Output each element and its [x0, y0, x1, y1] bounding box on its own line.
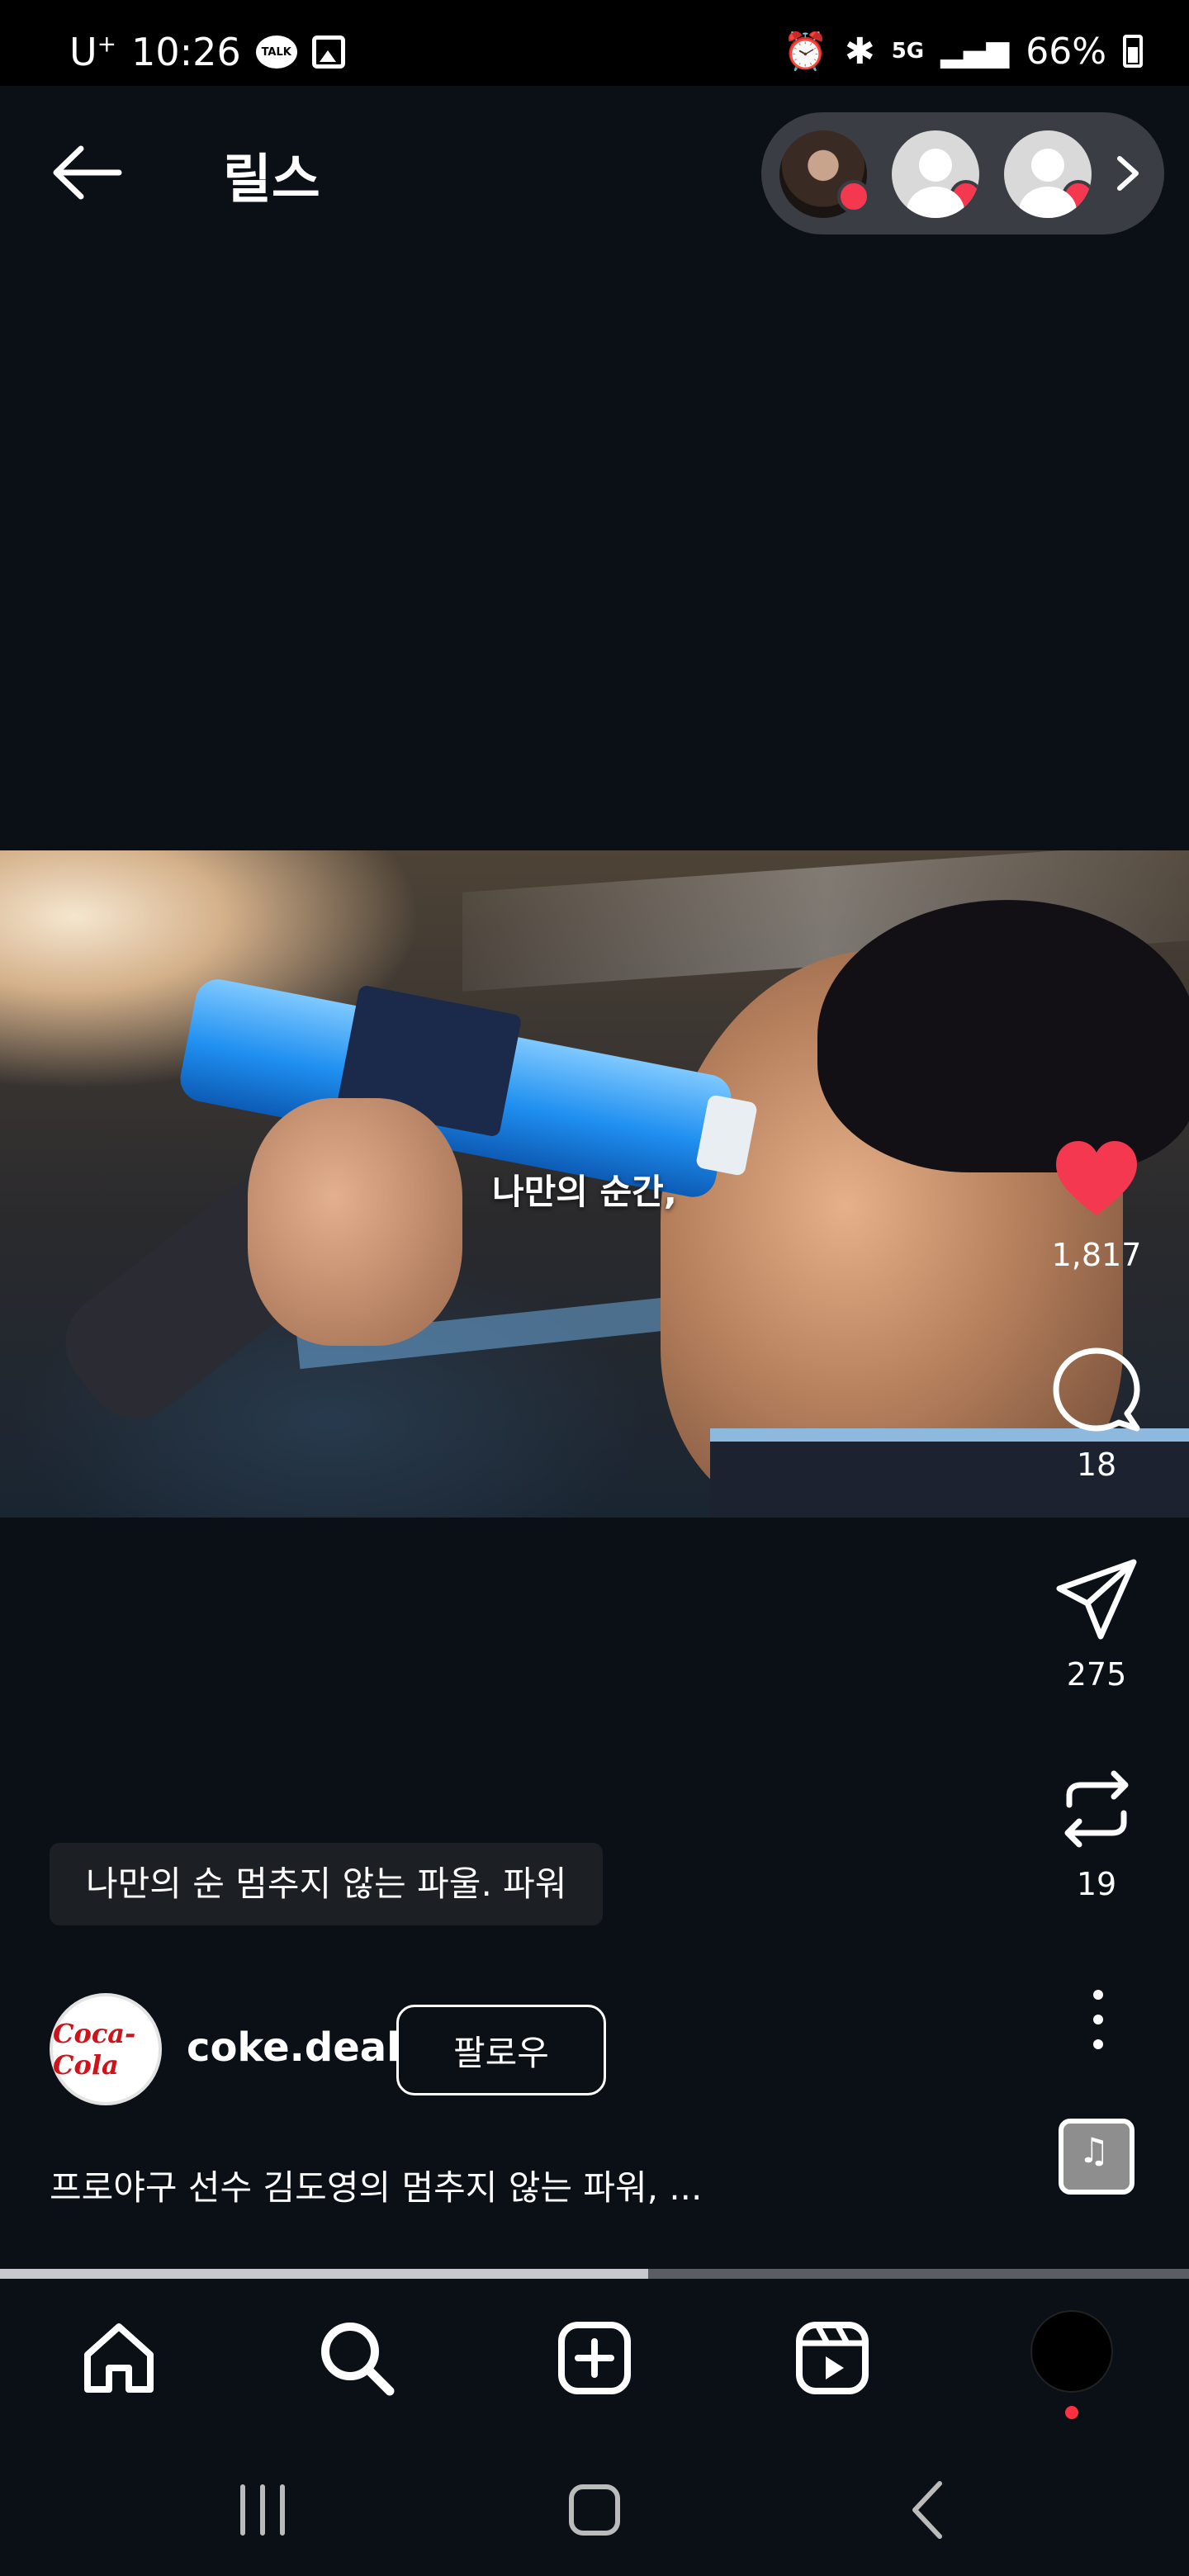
carrier-label: U+ [69, 30, 117, 74]
video-subtitle: 나만의 순간, [492, 1172, 677, 1212]
caption-chip: 나만의 순 멈추지 않는 파울. 파워 [50, 1843, 604, 1925]
author-avatar[interactable]: Coca-Cola [50, 1993, 162, 2105]
follow-button[interactable]: 팔로우 [396, 2005, 606, 2095]
reel-description[interactable]: 프로야구 선수 김도영의 멈추지 않는 파워, ... [50, 2160, 702, 2210]
repost-icon[interactable] [1051, 1764, 1142, 1854]
signal-icon: ▂▄▆ [940, 34, 1010, 69]
coca-cola-logo: Coca-Cola [53, 2018, 136, 2081]
notification-dot [1065, 2406, 1078, 2419]
recent-apps-icon[interactable] [230, 2477, 296, 2543]
recent-likers-pill[interactable] [761, 112, 1164, 234]
author-username[interactable]: coke.deal [187, 2024, 400, 2071]
like-count: 1,817 [1051, 1237, 1142, 1273]
liker-avatar [1004, 130, 1092, 218]
comment-icon[interactable] [1051, 1344, 1142, 1435]
send-icon[interactable] [1051, 1554, 1142, 1645]
repost-count: 19 [1076, 1866, 1117, 1902]
more-vertical-icon[interactable] [1082, 1986, 1115, 2053]
bluetooth-icon: ✱ [844, 30, 875, 73]
network-type: 5G [891, 39, 925, 64]
liker-avatar [892, 130, 979, 218]
bottom-navigation [0, 2279, 1189, 2436]
like-action[interactable]: 1,817 [1040, 1134, 1153, 1273]
kakaotalk-icon: TALK [255, 36, 297, 69]
comment-count: 18 [1076, 1447, 1117, 1483]
liker-avatar [779, 130, 870, 218]
reel-video[interactable]: 나만의 순간, [0, 850, 1189, 1518]
status-bar: U+ 10:26 TALK ⏰ ✱ 5G ▂▄▆ 66% [0, 0, 1189, 86]
heart-icon[interactable] [1051, 1134, 1142, 1225]
clock: 10:26 [131, 30, 241, 74]
arrow-left-icon[interactable] [50, 144, 124, 201]
comment-action[interactable]: 18 [1040, 1344, 1153, 1483]
home-button-icon[interactable] [561, 2477, 628, 2543]
battery-icon [1123, 35, 1143, 68]
chevron-right-icon [1117, 156, 1139, 191]
system-navigation [0, 2436, 1189, 2576]
back-button-icon[interactable] [895, 2477, 961, 2543]
page-title: 릴스 [223, 149, 320, 211]
player-hand [248, 1098, 462, 1346]
reels-icon[interactable] [791, 2317, 874, 2399]
profile-avatar[interactable] [1030, 2310, 1113, 2393]
video-progress-bar[interactable] [0, 2269, 1189, 2279]
home-icon[interactable] [78, 2317, 160, 2399]
plus-square-icon[interactable] [553, 2317, 636, 2399]
heart-icon [950, 180, 979, 213]
repost-action[interactable]: 19 [1040, 1764, 1153, 1902]
share-count: 275 [1066, 1656, 1127, 1693]
gallery-icon [311, 36, 345, 69]
search-icon[interactable] [315, 2317, 398, 2399]
battery-percent: 66% [1026, 30, 1106, 73]
reels-header: 릴스 [0, 86, 1189, 268]
alarm-icon: ⏰ [783, 31, 828, 73]
audio-thumbnail[interactable] [1059, 2119, 1135, 2195]
player-hair [817, 900, 1189, 1172]
video-progress-fill [0, 2269, 648, 2279]
share-action[interactable]: 275 [1040, 1554, 1153, 1693]
heart-icon [1062, 180, 1092, 213]
heart-icon [837, 180, 870, 213]
